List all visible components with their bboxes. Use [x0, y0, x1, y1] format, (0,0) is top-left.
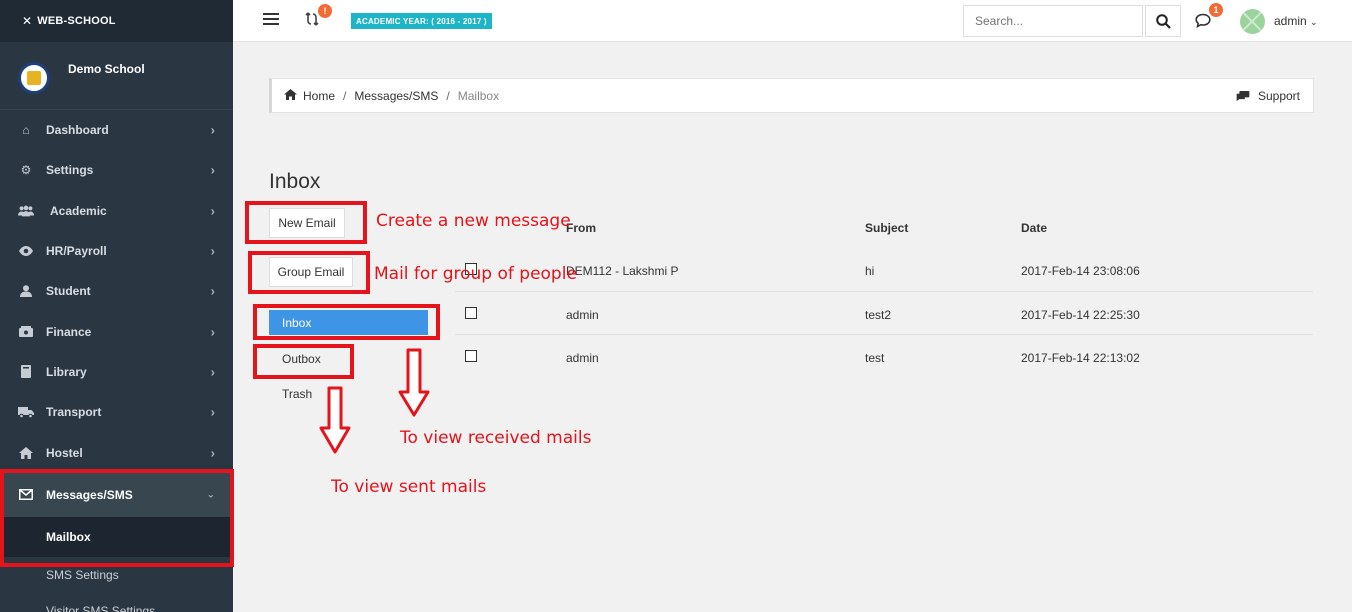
chevron-right-icon: ›: [210, 122, 215, 138]
book-icon: [18, 365, 34, 379]
new-email-button[interactable]: New Email: [269, 208, 345, 238]
breadcrumb-current: Mailbox: [457, 88, 500, 103]
support-link[interactable]: Support: [1236, 89, 1300, 103]
sidebar: ✕ WEB-SCHOOL Demo School ⌂ Dashboard › ⚙…: [0, 0, 233, 612]
top-bar: ! ACADEMIC YEAR: ( 2016 - 2017 ) 1 admin…: [233, 0, 1352, 42]
subnav-sms-settings[interactable]: SMS Settings: [0, 557, 233, 593]
chevron-right-icon: ›: [210, 445, 215, 461]
nav-item-academic[interactable]: Academic ›: [0, 191, 233, 231]
gears-icon: ⚙: [20, 163, 32, 178]
nav-item-finance[interactable]: Finance ›: [0, 311, 233, 351]
search-icon: [1155, 13, 1171, 29]
avatar[interactable]: [1240, 9, 1265, 34]
row-from[interactable]: admin: [566, 308, 599, 322]
search-button[interactable]: [1145, 5, 1181, 37]
chat-icon[interactable]: [1195, 13, 1211, 31]
nav-label: Hostel: [46, 445, 83, 460]
nav-label: Messages/SMS: [46, 487, 133, 502]
row-date: 2017-Feb-14 23:08:06: [1021, 264, 1140, 278]
user-menu[interactable]: admin ⌄: [1274, 14, 1318, 28]
nav-item-settings[interactable]: ⚙ Settings ›: [0, 150, 233, 190]
nav-item-dashboard[interactable]: ⌂ Dashboard ›: [0, 110, 233, 150]
users-icon: [18, 204, 34, 218]
search-input[interactable]: [963, 5, 1143, 37]
home-icon: [18, 446, 34, 460]
comments-icon: [1236, 91, 1250, 101]
logo-icon: ✕: [22, 14, 33, 28]
nav-label: Library: [46, 364, 87, 379]
nav-item-student[interactable]: Student ›: [0, 271, 233, 311]
down-arrow-icon: [398, 348, 430, 417]
sync-icon[interactable]: [305, 12, 319, 30]
nav-label: Academic: [50, 203, 107, 218]
folder-trash[interactable]: Trash: [282, 387, 312, 401]
chevron-right-icon: ›: [210, 203, 215, 219]
down-arrow-icon: [319, 386, 351, 454]
breadcrumb: Home / Messages/SMS / Mailbox Support: [269, 78, 1314, 113]
chevron-right-icon: ›: [210, 364, 215, 380]
user-name: admin: [1274, 14, 1307, 28]
row-subject[interactable]: hi: [865, 264, 874, 278]
annotation-sent: To view sent mails: [331, 477, 487, 497]
chevron-right-icon: ›: [210, 283, 215, 299]
breadcrumb-section[interactable]: Messages/SMS: [354, 89, 438, 103]
nav-item-hostel[interactable]: Hostel ›: [0, 432, 233, 472]
nav-label: Finance: [46, 324, 92, 339]
chevron-right-icon: ›: [210, 162, 215, 178]
nav-label: Student: [46, 284, 91, 299]
brand[interactable]: ✕ WEB-SCHOOL: [0, 0, 233, 42]
row-divider: [455, 334, 1313, 335]
page-title: Inbox: [269, 170, 321, 193]
row-checkbox[interactable]: [465, 350, 477, 362]
envelope-icon: [18, 488, 34, 502]
nav-label: Transport: [46, 405, 102, 420]
folder-outbox[interactable]: Outbox: [282, 352, 321, 366]
school-logo: [18, 62, 50, 94]
nav-item-messages-sms[interactable]: Messages/SMS ⌄: [0, 472, 233, 517]
brand-label: WEB-SCHOOL: [37, 15, 116, 27]
eye-icon: [18, 244, 34, 258]
row-from[interactable]: DEM112 - Lakshmi P: [566, 264, 678, 278]
user-icon: [18, 284, 34, 298]
annotation-new-message: Create a new message: [376, 211, 571, 231]
row-subject[interactable]: test: [865, 351, 884, 365]
row-divider: [455, 291, 1313, 292]
nav-label: Dashboard: [46, 123, 109, 138]
nav-item-hr-payroll[interactable]: HR/Payroll ›: [0, 231, 233, 271]
column-subject[interactable]: Subject: [865, 221, 908, 235]
chevron-right-icon: ›: [210, 243, 215, 259]
row-subject[interactable]: test2: [865, 308, 891, 322]
academic-year-badge: ACADEMIC YEAR: ( 2016 - 2017 ): [351, 13, 492, 29]
home-icon: [284, 88, 297, 103]
chevron-right-icon: ›: [210, 404, 215, 420]
group-email-button[interactable]: Group Email: [269, 257, 353, 287]
truck-icon: [18, 405, 34, 419]
column-date[interactable]: Date: [1021, 221, 1047, 235]
nav-label: HR/Payroll: [46, 244, 107, 259]
folder-inbox[interactable]: Inbox: [269, 310, 428, 335]
bank-icon: [18, 325, 34, 339]
home-icon: ⌂: [22, 123, 30, 138]
sync-badge: !: [318, 4, 332, 18]
nav-label: Settings: [46, 163, 94, 178]
chevron-down-icon: ⌄: [1310, 17, 1318, 27]
subnav-mailbox[interactable]: Mailbox: [0, 516, 233, 557]
support-label: Support: [1257, 89, 1300, 103]
breadcrumb-home[interactable]: Home: [303, 89, 335, 103]
subnav-visitor-sms-settings[interactable]: Visitor SMS Settings: [0, 593, 233, 612]
school-name: Demo School: [68, 62, 145, 76]
chevron-right-icon: ›: [210, 324, 215, 340]
row-checkbox[interactable]: [465, 307, 477, 319]
nav-item-transport[interactable]: Transport ›: [0, 392, 233, 432]
menu-toggle-icon[interactable]: [263, 13, 279, 28]
row-from[interactable]: admin: [566, 351, 599, 365]
row-date: 2017-Feb-14 22:25:30: [1021, 308, 1140, 322]
annotation-group-mail: Mail for group of people: [374, 264, 577, 284]
annotation-received: To view received mails: [400, 428, 592, 448]
school-header: Demo School: [0, 42, 233, 110]
row-date: 2017-Feb-14 22:13:02: [1021, 351, 1140, 365]
chevron-down-icon: ⌄: [206, 489, 215, 501]
chat-badge: 1: [1209, 3, 1223, 17]
nav-item-library[interactable]: Library ›: [0, 352, 233, 392]
